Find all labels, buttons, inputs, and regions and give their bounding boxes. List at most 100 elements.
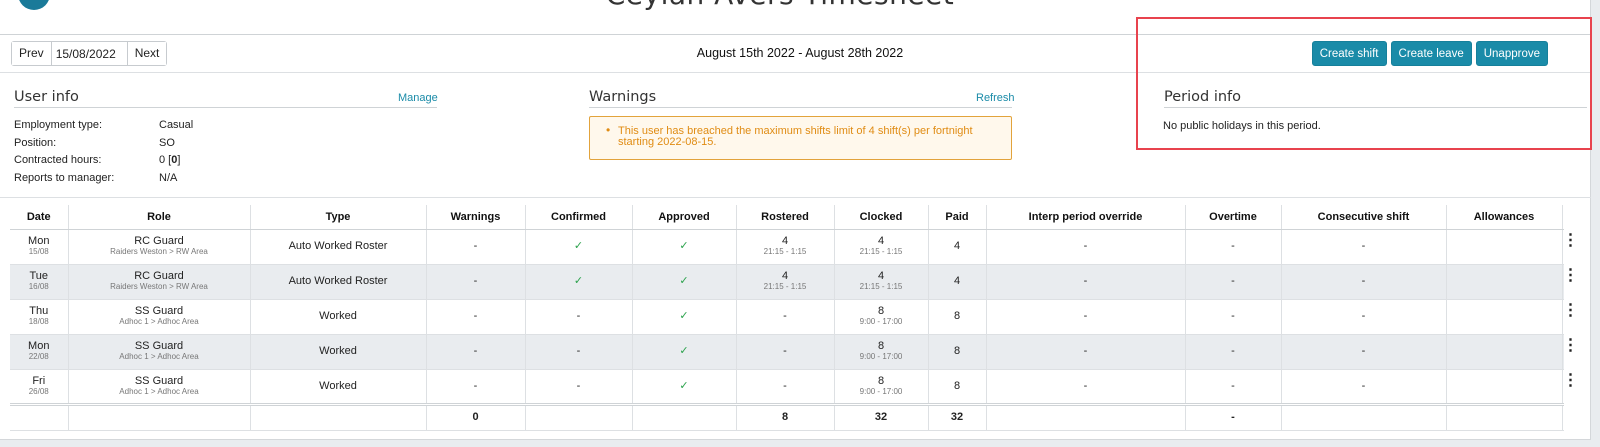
row-menu-cell: ⋮ — [1561, 264, 1579, 300]
col-header-interp-override[interactable]: Interp period override — [985, 205, 1185, 230]
role-name: SS Guard — [134, 340, 184, 352]
table-row[interactable]: Fri 26/08 SS Guard Adhoc 1 > Adhoc Area Wo… — [10, 369, 1579, 405]
date-input[interactable] — [50, 42, 128, 65]
clocked-cell: 4 21:15 - 1:15 — [833, 229, 928, 265]
totals-empty-cell — [67, 402, 250, 431]
date-cell: Thu 18/08 — [10, 299, 68, 335]
contracted-hours-bracket: 0 — [171, 154, 178, 166]
row-menu-cell: ⋮ — [1561, 229, 1579, 265]
reports-value: N/A — [159, 172, 178, 184]
position-key: Position: — [14, 137, 57, 149]
timesheet-panel: Ceylan Avers Timesheet Prev Next August … — [0, 0, 1592, 440]
totals-empty-cell — [985, 402, 1185, 431]
totals-empty-cell — [524, 402, 632, 431]
role-name: SS Guard — [134, 305, 184, 317]
vertical-ellipsis-icon[interactable]: ⋮ — [1563, 233, 1579, 249]
col-header-rostered[interactable]: Rostered — [735, 205, 834, 230]
table-header-row: Date Role Type Warnings Confirmed Approv… — [10, 205, 1564, 230]
vertical-ellipsis-icon[interactable]: ⋮ — [1563, 268, 1579, 284]
confirmed-value: ✓ — [573, 275, 584, 287]
consecutive-shift-cell: - — [1280, 264, 1446, 300]
confirmed-cell: - — [524, 369, 632, 405]
col-header-paid[interactable]: Paid — [927, 205, 986, 230]
col-header-clocked[interactable]: Clocked — [833, 205, 928, 230]
confirmed-cell: ✓ — [524, 229, 632, 265]
col-header-date[interactable]: Date — [10, 205, 68, 230]
approved-cell: ✓ — [631, 369, 736, 405]
col-header-overtime[interactable]: Overtime — [1184, 205, 1281, 230]
col-header-warnings[interactable]: Warnings — [425, 205, 525, 230]
clocked-cell: 8 9:00 - 17:00 — [833, 334, 928, 370]
warning-message-line2: starting 2022-08-15. — [618, 136, 717, 148]
col-header-role[interactable]: Role — [67, 205, 250, 230]
col-header-allowances[interactable]: Allowances — [1445, 205, 1562, 230]
vertical-ellipsis-icon[interactable]: ⋮ — [1563, 338, 1579, 354]
date-cell: Mon 15/08 — [10, 229, 68, 265]
prev-button[interactable]: Prev — [12, 42, 51, 65]
type-cell: Auto Worked Roster — [249, 264, 426, 300]
rostered-hours: 4 — [781, 270, 789, 282]
col-header-type[interactable]: Type — [249, 205, 426, 230]
approved-cell: ✓ — [631, 299, 736, 335]
role-area: Adhoc 1 > Adhoc Area — [119, 386, 199, 396]
consecutive-shift-cell: - — [1280, 229, 1446, 265]
total-clocked: 32 — [833, 402, 928, 431]
role-area: Raiders Weston > RW Area — [110, 282, 208, 291]
table-row[interactable]: Mon 22/08 SS Guard Adhoc 1 > Adhoc Area Wo… — [10, 334, 1579, 370]
table-row[interactable]: Mon 15/08 RC Guard Raiders Weston > RW Are… — [10, 229, 1579, 265]
clocked-hours: 8 — [877, 305, 885, 317]
clocked-time: 9:00 - 17:00 — [859, 317, 903, 326]
employment-type-row: Employment type: Casual — [14, 119, 193, 131]
warnings-cell: - — [425, 264, 525, 300]
paid-cell: 8 — [927, 334, 986, 370]
totals-row: 0 8 32 32 - — [10, 402, 1564, 431]
refresh-link[interactable]: Refresh — [976, 92, 1015, 104]
contracted-hours-key: Contracted hours: — [14, 154, 102, 166]
approved-cell: ✓ — [631, 264, 736, 300]
clocked-hours: 8 — [877, 374, 885, 387]
vertical-ellipsis-icon[interactable]: ⋮ — [1563, 303, 1579, 319]
date-cell: Tue 16/08 — [10, 264, 68, 300]
consecutive-shift-cell: - — [1280, 299, 1446, 335]
type-cell: Worked — [249, 334, 426, 370]
role-name: SS Guard — [134, 374, 184, 387]
paid-cell: 4 — [927, 264, 986, 300]
interp-override-cell: - — [985, 229, 1185, 265]
position-row: Position: SO — [14, 137, 175, 149]
vertical-ellipsis-icon[interactable]: ⋮ — [1563, 372, 1579, 388]
table-row[interactable]: Thu 18/08 SS Guard Adhoc 1 > Adhoc Area Wo… — [10, 299, 1579, 335]
rostered-cell: - — [735, 334, 834, 370]
approved-cell: ✓ — [631, 334, 736, 370]
total-overtime: - — [1184, 402, 1281, 431]
col-header-approved[interactable]: Approved — [631, 205, 736, 230]
warnings-cell: - — [425, 369, 525, 405]
rostered-hours: - — [783, 345, 787, 357]
table-row[interactable]: Tue 16/08 RC Guard Raiders Weston > RW Are… — [10, 264, 1579, 300]
paid-cell: 8 — [927, 369, 986, 405]
rostered-cell: - — [735, 299, 834, 335]
consecutive-shift-cell: - — [1280, 369, 1446, 405]
timesheet-table: Date Role Type Warnings Confirmed Approv… — [10, 205, 1579, 431]
date-cell: Mon 22/08 — [10, 334, 68, 370]
position-value: SO — [159, 137, 175, 149]
approved-cell: ✓ — [631, 229, 736, 265]
divider — [0, 197, 1591, 198]
allowances-cell — [1445, 264, 1562, 300]
role-area: Adhoc 1 > Adhoc Area — [119, 317, 199, 326]
total-paid: 32 — [927, 402, 986, 431]
type-cell: Auto Worked Roster — [249, 229, 426, 265]
manage-link[interactable]: Manage — [398, 92, 438, 104]
contracted-hours-row: Contracted hours: 0 [0] — [14, 154, 181, 166]
day-date: 22/08 — [28, 352, 49, 361]
row-menu-cell: ⋮ — [1561, 299, 1579, 335]
totals-empty-cell — [1561, 402, 1564, 431]
col-header-consecutive-shift[interactable]: Consecutive shift — [1280, 205, 1446, 230]
col-header-confirmed[interactable]: Confirmed — [524, 205, 632, 230]
next-button[interactable]: Next — [127, 42, 167, 65]
confirmed-value: - — [576, 345, 581, 357]
section-divider — [14, 107, 437, 108]
role-name: RC Guard — [134, 270, 184, 282]
interp-override-cell: - — [985, 369, 1185, 405]
overtime-cell: - — [1184, 299, 1281, 335]
approved-value: ✓ — [679, 275, 689, 287]
